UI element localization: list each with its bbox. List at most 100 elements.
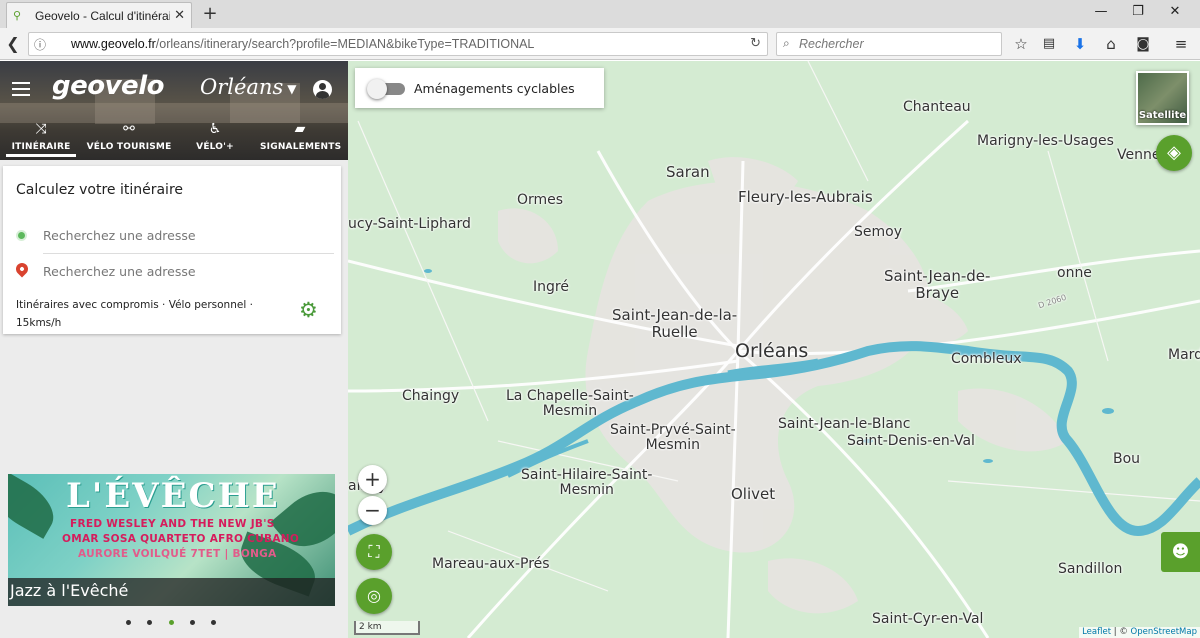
destination-field[interactable]: Recherchez une adresse <box>12 254 332 288</box>
window-close-icon[interactable]: ✕ <box>1165 4 1185 22</box>
satellite-label: Satellite <box>1138 110 1187 121</box>
browser-nav-bar: ❮ ⓘ www.geovelo.fr/orleans/itinerary/sea… <box>0 28 1200 60</box>
banner-lineup: OMAR SOSA QUARTETO AFRO CUBANO <box>62 533 300 545</box>
itinerary-card: Calculez votre itinéraire Recherchez une… <box>3 166 341 334</box>
map-scale: 2 km <box>354 621 420 635</box>
place-label: Combleux <box>951 351 1022 367</box>
city-selector[interactable]: Orléans ▼ <box>200 75 296 99</box>
layers-icon[interactable]: ◈ <box>1156 135 1192 171</box>
place-label: Saran <box>666 163 710 181</box>
bookmark-star-icon[interactable]: ☆ <box>1010 33 1032 55</box>
place-label: Chaingy <box>402 388 460 404</box>
origin-placeholder: Recherchez une adresse <box>43 228 196 243</box>
origin-field[interactable]: Recherchez une adresse <box>12 218 332 252</box>
bike-lanes-toggle[interactable]: Aménagements cyclables <box>355 68 604 108</box>
place-label: Venne <box>1117 147 1161 163</box>
tab-label: ITINÉRAIRE <box>11 142 71 152</box>
sidebar: geovelo Orléans ▼ ⤨ ITINÉRAIRE ⚯ VÉLO TOU… <box>0 61 348 638</box>
carousel-dot[interactable] <box>211 620 216 625</box>
destination-placeholder: Recherchez une adresse <box>43 264 196 279</box>
tab-label: VÉLO'+ <box>196 142 234 152</box>
reload-icon[interactable]: ↻ <box>750 36 761 51</box>
banner-lineup: FRED WESLEY AND THE NEW JB'S <box>70 518 275 530</box>
carousel-dots <box>120 618 230 628</box>
bike-plus-icon: ♿ <box>208 121 222 137</box>
browser-tab[interactable]: ⚲ Geovelo - Calcul d'itinéraire ✕ <box>6 2 192 28</box>
home-icon[interactable]: ⌂ <box>1100 33 1122 55</box>
place-label: ucy-Saint-Liphard <box>348 216 471 232</box>
fullscreen-icon[interactable]: ⛶ <box>356 534 392 570</box>
bike-icon: ⚯ <box>123 121 135 137</box>
browser-tab-bar: ⚲ Geovelo - Calcul d'itinéraire ✕ + — ❐ … <box>0 0 1200 28</box>
banner-lineup: AURORE VOILQUÉ 7TET | BONGA <box>78 548 277 560</box>
place-label: Ormes <box>517 192 564 208</box>
reading-list-icon[interactable]: ▤ <box>1038 33 1060 55</box>
tab-velo-tourisme[interactable]: ⚯ VÉLO TOURISME <box>86 121 172 157</box>
place-label: Olivet <box>731 485 776 503</box>
toggle-label: Aménagements cyclables <box>414 81 575 96</box>
gear-icon[interactable]: ⚙ <box>299 298 318 322</box>
carousel-dot[interactable] <box>190 620 195 625</box>
close-tab-icon[interactable]: ✕ <box>174 8 185 23</box>
zoom-in-button[interactable]: + <box>358 465 387 494</box>
restore-icon[interactable]: ❐ <box>1128 4 1148 22</box>
place-label: Orléans <box>735 340 809 362</box>
preferences-line: Itinéraires avec compromis · Vélo person… <box>16 299 253 311</box>
place-label: Sandillon <box>1058 561 1123 577</box>
event-banner[interactable]: L'ÉVÊCHE FRED WESLEY AND THE NEW JB'S OM… <box>8 474 335 606</box>
back-icon[interactable]: ❮ <box>2 33 24 55</box>
tab-label: SIGNALEMENTS <box>260 142 342 152</box>
route-icon: ⤨ <box>35 121 47 137</box>
download-icon[interactable]: ⬇ <box>1069 33 1091 55</box>
place-label: Saint-Denis-en-Val <box>847 433 975 449</box>
search-icon: ⌕ <box>783 36 790 50</box>
place-label: Saint-Jean-de- Braye <box>884 267 991 302</box>
origin-dot-icon <box>16 230 27 241</box>
place-label: Saint-Pryvé-Saint- Mesmin <box>610 422 736 454</box>
itinerary-title: Calculez votre itinéraire <box>16 182 184 198</box>
zoom-out-button[interactable]: − <box>358 496 387 525</box>
place-label: Mardié <box>1168 347 1200 363</box>
place-label: Fleury-les-Aubrais <box>738 188 873 206</box>
osm-link[interactable]: OpenStreetMap <box>1131 627 1197 637</box>
geolocate-icon[interactable]: ◎ <box>356 578 392 614</box>
place-label: Ingré <box>533 279 569 295</box>
banner-caption: Jazz à l'Evêché <box>10 581 129 600</box>
browser-search-box[interactable]: ⌕ Rechercher <box>776 32 1002 56</box>
account-icon[interactable] <box>313 80 332 99</box>
toggle-knob[interactable] <box>367 79 387 99</box>
tab-velo-plus[interactable]: ♿ VÉLO'+ <box>186 121 244 157</box>
tab-label: VÉLO TOURISME <box>86 142 172 152</box>
map[interactable]: Chanteau Marigny-les-Usages Venne Saran … <box>348 61 1200 638</box>
report-icon: ▰ <box>294 121 306 137</box>
geovelo-logo[interactable]: geovelo <box>52 71 164 101</box>
tab-itineraire[interactable]: ⤨ ITINÉRAIRE <box>6 121 76 157</box>
tab-signalements[interactable]: ▰ SIGNALEMENTS <box>260 121 342 157</box>
feedback-chat-icon[interactable]: ☻ <box>1161 532 1200 572</box>
url-bar[interactable]: ⓘ www.geovelo.fr/orleans/itinerary/searc… <box>28 32 768 56</box>
search-placeholder: Rechercher <box>799 37 864 51</box>
destination-pin-icon <box>13 260 31 278</box>
leaf-decoration <box>8 474 64 539</box>
new-tab-button[interactable]: + <box>200 3 220 25</box>
satellite-button[interactable]: Satellite <box>1136 71 1189 125</box>
minimize-icon[interactable]: — <box>1091 4 1111 22</box>
hamburger-menu-icon[interactable] <box>12 82 30 96</box>
leaflet-link[interactable]: Leaflet <box>1082 627 1111 637</box>
menu-icon[interactable]: ≡ <box>1170 33 1192 55</box>
place-label: Bou <box>1113 451 1141 467</box>
map-attribution: Leaflet | © OpenStreetMap <box>1079 627 1200 638</box>
place-label: onne <box>1057 265 1092 281</box>
carousel-dot[interactable] <box>126 620 131 625</box>
place-label: Saint-Jean-le-Blanc <box>778 416 911 432</box>
carousel-dot-active[interactable] <box>169 620 174 625</box>
carousel-dot[interactable] <box>147 620 152 625</box>
place-label: Marigny-les-Usages <box>977 133 1114 149</box>
site-info-icon[interactable]: ⓘ <box>34 36 46 53</box>
place-label: La Chapelle-Saint- Mesmin <box>506 388 634 420</box>
pocket-icon[interactable]: ◙ <box>1132 33 1154 55</box>
app-header: geovelo Orléans ▼ ⤨ ITINÉRAIRE ⚯ VÉLO TOU… <box>0 61 348 160</box>
place-label: Saint-Cyr-en-Val <box>872 611 984 627</box>
banner-title: L'ÉVÊCHE <box>66 476 280 516</box>
place-label: Chanteau <box>903 99 971 115</box>
